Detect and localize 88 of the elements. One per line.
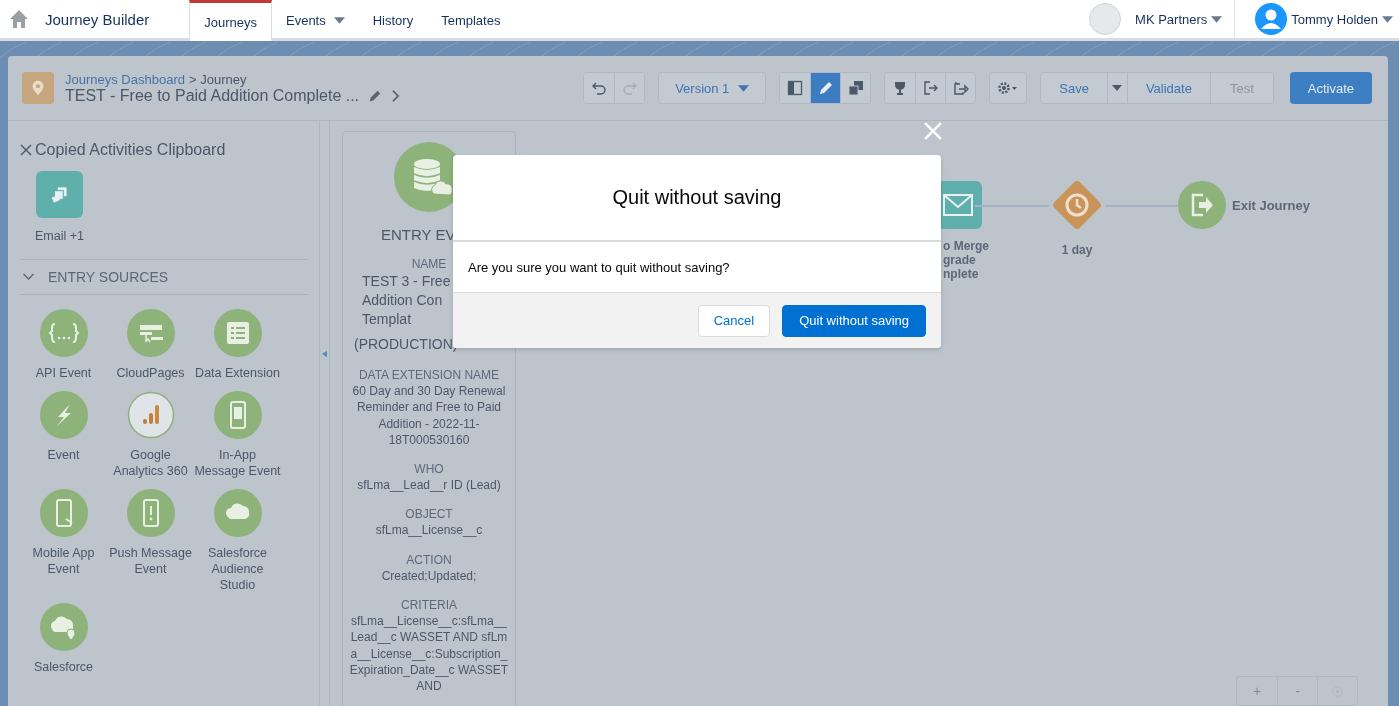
audience-icon[interactable] (213, 489, 262, 537)
dialog-message: Are you sure you want to quit without saving? (468, 259, 730, 275)
field-label: DATA EXTENSION NAME (358, 367, 500, 383)
entry-source-label: Google Analytics 360 (112, 447, 189, 479)
nav-tab[interactable]: History (358, 0, 428, 38)
user-menu[interactable]: Tommy Holden (1291, 11, 1399, 27)
entry-source-label: Data Extension (195, 365, 280, 381)
app-title: Journey Builder (45, 10, 150, 28)
nav-tab[interactable]: Events (272, 0, 359, 38)
nav-tab[interactable]: Templates (427, 0, 515, 38)
cloudpages-icon[interactable] (126, 309, 175, 357)
journey-title: TEST - Free to Paid Addition Complete ... (65, 86, 360, 105)
copy-tile-icon[interactable] (36, 171, 83, 218)
mobile-icon[interactable] (39, 489, 88, 537)
user-avatar-icon[interactable] (1255, 3, 1288, 35)
api-icon[interactable] (39, 309, 88, 357)
event-icon[interactable] (39, 391, 88, 439)
analytics-icon[interactable] (126, 391, 175, 439)
activity-label: grade (943, 253, 976, 267)
field-label: OBJECT (405, 506, 453, 523)
entry-source-label: Salesforce (33, 659, 94, 675)
caret-icon (1211, 15, 1223, 23)
clipboard-title: Copied Activities Clipboard (35, 141, 226, 159)
undo-icon (591, 80, 608, 96)
chevron-right-icon[interactable] (391, 88, 401, 103)
activity-label: Email +1 (35, 228, 84, 244)
cancel-button[interactable]: Cancel (697, 304, 771, 337)
caret-icon (738, 84, 750, 92)
field-label: NAME (411, 256, 447, 272)
section-header[interactable]: ENTRY SOURCES (20, 259, 308, 295)
caret-icon (1382, 15, 1393, 23)
org-menu[interactable]: MK Partners (1135, 11, 1229, 27)
entry-source-label: Mobile App Event (31, 545, 96, 577)
nav-tab[interactable]: Journeys (189, 0, 272, 41)
activity-label: nplete (943, 267, 979, 281)
field-value: sfLma__License__c (374, 522, 484, 539)
field-label: ACTION (406, 551, 452, 568)
field-label: WHO (414, 461, 444, 478)
confirm-button[interactable]: Quit without saving (782, 304, 926, 337)
activity-label: o Merge (943, 239, 989, 253)
exit-arrow-icon (922, 80, 939, 96)
field-value: 60 Day and 30 Day Renewal Reminder and Free to Paid Addition - 2022-11-18T000530160 (351, 383, 507, 449)
field-value: (PRODUCTION) (354, 335, 458, 354)
breadcrumb-text: > Journey (188, 71, 247, 87)
entry-source-label: CloudPages (116, 365, 185, 381)
close-icon[interactable] (20, 144, 32, 156)
entry-source-label: Event (47, 447, 80, 463)
collapse-arrow-icon[interactable] (322, 350, 327, 358)
field-value: sfLma__Lead__r ID (Lead) (356, 477, 502, 494)
exit-icon[interactable] (1178, 181, 1226, 229)
home-icon[interactable] (8, 9, 30, 29)
redo-button[interactable] (614, 73, 645, 103)
panel-icon (787, 80, 804, 96)
settings-icon (997, 80, 1020, 96)
map-pin-icon (22, 72, 54, 104)
sfdata-icon[interactable] (39, 603, 88, 651)
avatar (1089, 3, 1122, 35)
copy-button[interactable] (840, 73, 871, 103)
field-value: sfLma__License__c:sfLma__Lead__c WASSET AND sfLma__License__c:Subscription_Expiration_Date__c WASSET AND (348, 613, 510, 695)
entry-source-label: API Event (35, 365, 92, 381)
pencil-icon[interactable] (368, 88, 383, 103)
pencil-icon (817, 80, 834, 96)
field-value: TEST 3 - Free (361, 272, 451, 291)
entry-source-label: Push Message Event (108, 545, 193, 577)
copy-icon (847, 80, 864, 96)
field-value: Created;Updated; (380, 567, 478, 585)
activity-label: 1 day (1061, 243, 1093, 257)
exit-box-icon (952, 80, 969, 96)
inapp-icon[interactable] (213, 391, 262, 439)
field-value: Templat (361, 310, 412, 329)
activate-button[interactable]: Activate (1289, 72, 1372, 104)
entry-source-label: In-App Message Event (194, 447, 281, 479)
edit-button[interactable] (810, 73, 841, 103)
field-label: CRITERIA (401, 597, 457, 614)
zoom-button[interactable]: + (1237, 677, 1277, 705)
chevron-icon (22, 273, 35, 281)
zoom-button[interactable]: - (1277, 677, 1317, 705)
field-value: Addition Con (361, 291, 443, 310)
breadcrumb-link[interactable]: Journeys Dashboard (65, 71, 185, 87)
settings-button[interactable] (990, 73, 1027, 103)
redo-icon (621, 80, 638, 96)
caret-icon (1112, 85, 1123, 91)
dialog-title: Quit without saving (612, 186, 782, 209)
exit-criteria-button[interactable] (945, 73, 976, 103)
version-dropdown[interactable]: Version 1 (658, 72, 767, 104)
activity-label: Exit Journey (1232, 197, 1311, 213)
push-icon[interactable] (126, 489, 175, 537)
entry-source-label: Salesforce Audience Studio (206, 545, 269, 593)
